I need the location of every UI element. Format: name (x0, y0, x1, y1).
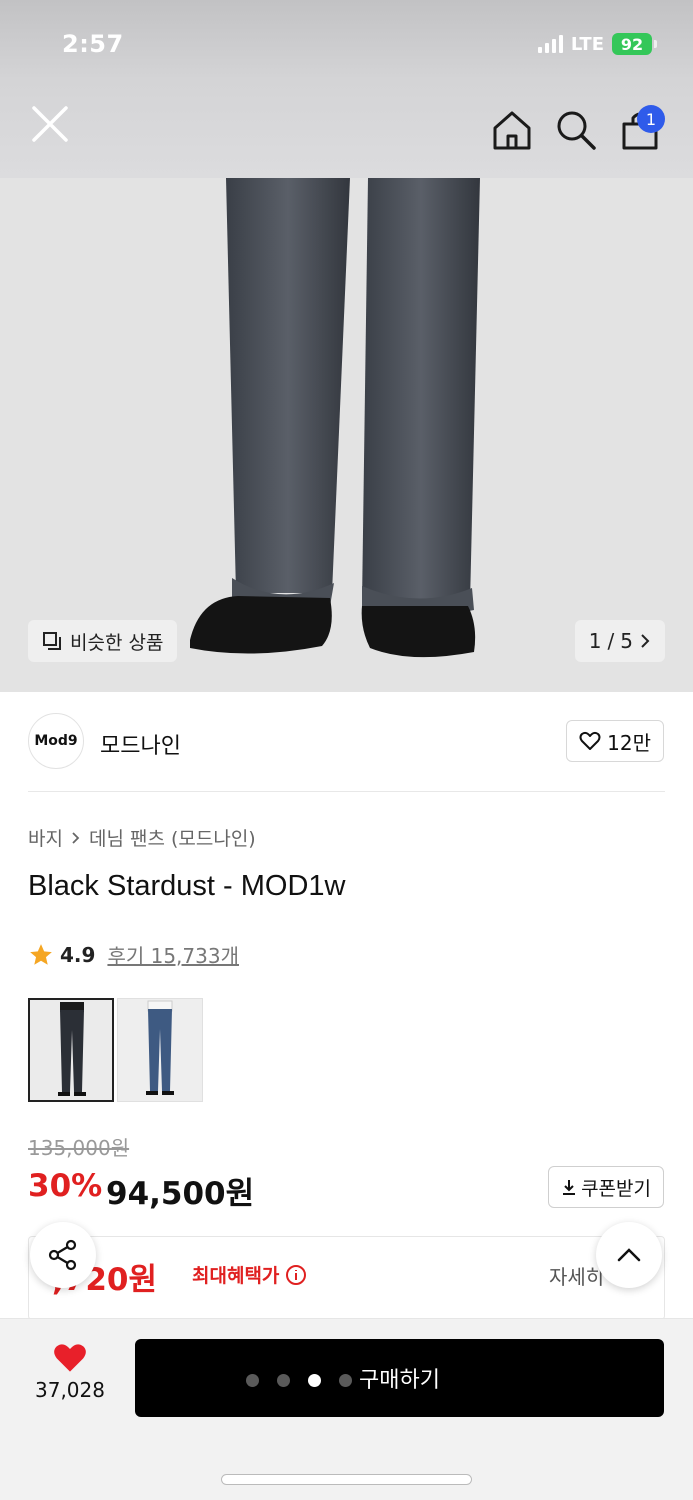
discount-rate: 30% (28, 1168, 103, 1204)
breadcrumb-category[interactable]: 바지 (28, 824, 63, 851)
similar-products-button[interactable]: 비슷한 상품 (28, 620, 178, 662)
color-option-blue[interactable] (117, 998, 203, 1102)
benefit-detail-link[interactable]: 자세히 (549, 1261, 604, 1290)
carousel-dot (308, 1374, 321, 1387)
info-icon[interactable] (285, 1264, 307, 1286)
buy-button[interactable]: 구매하기 (135, 1339, 664, 1417)
carousel-dot (277, 1374, 290, 1387)
color-thumbnail-black (30, 1000, 112, 1100)
similar-products-label: 비슷한 상품 (70, 631, 164, 654)
coupon-label: 쿠폰받기 (581, 1177, 651, 1200)
rating-row: 4.9 후기 15,733개 (28, 940, 239, 969)
signal-icon (537, 35, 563, 53)
max-benefit-label: 최대혜택가 (192, 1261, 307, 1288)
network-label: LTE (570, 33, 604, 55)
battery-icon: 92 (612, 33, 657, 55)
wishlist-count: 37,028 (35, 1378, 105, 1402)
status-time: 2:57 (62, 30, 124, 58)
scroll-top-button[interactable] (596, 1222, 662, 1288)
image-page-total: 5 (620, 629, 633, 653)
product-title: Black Stardust - MOD1w (28, 870, 346, 902)
chevron-up-icon (617, 1248, 641, 1262)
brand-like-button[interactable]: 12만 (566, 720, 664, 762)
rating-score: 4.9 (60, 942, 96, 967)
image-page-current: 1 (588, 629, 602, 653)
brand-logo[interactable]: Mod9 (28, 713, 84, 769)
sale-price: 94,500원 (106, 1176, 255, 1212)
status-indicators: LTE 92 (537, 33, 657, 55)
breadcrumb: 바지 데님 팬츠 (모드나인) (28, 824, 256, 851)
carousel-dots (246, 1374, 352, 1387)
color-thumbnail-blue (118, 999, 202, 1101)
home-icon[interactable] (490, 108, 534, 152)
buy-button-label: 구매하기 (359, 1368, 440, 1393)
star-icon (30, 943, 52, 965)
heart-filled-icon (54, 1344, 86, 1372)
breadcrumb-subcategory[interactable]: 데님 팬츠 (모드나인) (89, 824, 256, 851)
divider (28, 791, 665, 792)
share-button[interactable] (30, 1222, 96, 1288)
coupon-button[interactable]: 쿠폰받기 (548, 1166, 664, 1208)
carousel-dot (246, 1374, 259, 1387)
cart-count-badge: 1 (637, 105, 665, 133)
color-option-black[interactable] (28, 998, 114, 1102)
brand-name[interactable]: 모드나인 (100, 728, 181, 760)
image-page-indicator[interactable]: 1 / 5 (574, 620, 665, 662)
brand-like-count: 12만 (607, 730, 651, 755)
original-price: 135,000원 (28, 1136, 130, 1160)
chevron-right-icon (72, 831, 80, 844)
product-image[interactable] (0, 178, 693, 692)
carousel-dot (339, 1374, 352, 1387)
search-icon[interactable] (554, 108, 598, 152)
review-link[interactable]: 후기 15,733개 (107, 940, 239, 969)
close-icon[interactable] (28, 102, 72, 146)
download-icon (563, 1180, 576, 1195)
chevron-right-icon (641, 634, 650, 648)
home-indicator[interactable] (222, 1475, 471, 1484)
heart-outline-icon (579, 731, 601, 750)
share-icon (48, 1239, 77, 1271)
jeans-illustration (0, 178, 693, 692)
battery-level: 92 (612, 33, 652, 55)
wishlist-button[interactable]: 37,028 (30, 1342, 110, 1402)
copy-icon (43, 632, 61, 650)
